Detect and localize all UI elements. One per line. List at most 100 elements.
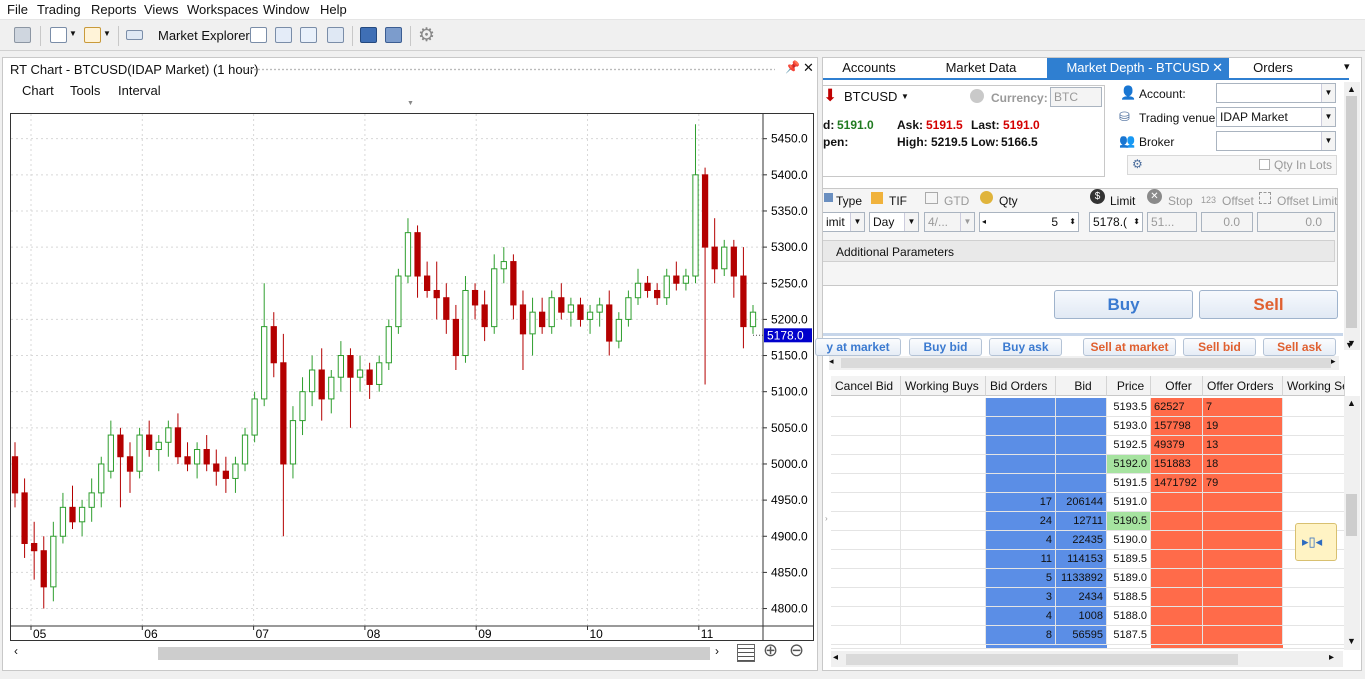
zoom-out-icon[interactable]: ⊖ [789, 640, 804, 661]
cancel-bid-cell[interactable] [831, 588, 901, 607]
offer-cell[interactable] [1151, 588, 1203, 607]
bid-cell[interactable] [1056, 398, 1107, 417]
layout-icon[interactable] [14, 27, 31, 43]
working-sells-cell[interactable] [1283, 455, 1345, 474]
working-buys-cell[interactable] [901, 626, 986, 645]
bid-orders-cell[interactable]: 5 [986, 569, 1056, 588]
price-cell[interactable]: 5189.0 [1107, 569, 1151, 588]
price-cell[interactable]: 5189.5 [1107, 550, 1151, 569]
working-buys-cell[interactable] [901, 474, 986, 493]
page-icon[interactable] [300, 27, 317, 43]
col-offer[interactable]: Offer [1151, 376, 1203, 396]
offer-cell[interactable] [1151, 493, 1203, 512]
offer-orders-cell[interactable]: 79 [1203, 474, 1283, 493]
cancel-bid-cell[interactable] [831, 493, 901, 512]
bid-cell[interactable]: 12711 [1056, 512, 1107, 531]
bid-cell[interactable]: 1008 [1056, 607, 1107, 626]
save-all-icon[interactable] [385, 27, 402, 43]
menu-workspaces[interactable]: Workspaces [187, 2, 258, 17]
cancel-bid-cell[interactable] [831, 398, 901, 417]
working-sells-cell[interactable] [1283, 436, 1345, 455]
cancel-bid-cell[interactable] [831, 455, 901, 474]
offer-orders-cell[interactable]: 18 [1203, 455, 1283, 474]
offer-orders-cell[interactable] [1203, 550, 1283, 569]
bid-orders-cell[interactable] [986, 398, 1056, 417]
zoom-in-icon[interactable]: ⊕ [763, 640, 778, 661]
price-cell[interactable]: 5188.5 [1107, 588, 1151, 607]
menu-reports[interactable]: Reports [91, 2, 137, 17]
chart-menu-interval[interactable]: Interval [118, 83, 161, 98]
offer-orders-cell[interactable] [1203, 569, 1283, 588]
bid-cell[interactable] [1056, 417, 1107, 436]
bid-orders-cell[interactable]: 24 [986, 512, 1056, 531]
cancel-bid-cell[interactable] [831, 417, 901, 436]
offer-cell[interactable]: 62527 [1151, 398, 1203, 417]
offer-cell[interactable] [1151, 550, 1203, 569]
calendar-icon[interactable] [737, 644, 755, 662]
cancel-bid-cell[interactable] [831, 607, 901, 626]
bid-orders-cell[interactable] [986, 455, 1056, 474]
bid-cell[interactable]: 56595 [1056, 626, 1107, 645]
panel-vertical-scrollbar[interactable]: ▲ ▼ [1344, 82, 1360, 350]
col-offer-orders[interactable]: Offer Orders [1203, 376, 1283, 396]
price-cell[interactable]: 5191.0 [1107, 493, 1151, 512]
bid-cell[interactable] [1056, 474, 1107, 493]
menu-help[interactable]: Help [320, 2, 347, 17]
price-cell[interactable]: 5193.0 [1107, 417, 1151, 436]
gear-icon[interactable]: ⚙ [418, 24, 435, 47]
chart-horizontal-scrollbar[interactable]: ‹ › [10, 642, 730, 664]
menu-file[interactable]: File [7, 2, 28, 17]
template-icon[interactable] [84, 27, 101, 43]
scroll-thumb[interactable] [1346, 494, 1357, 536]
offer-orders-cell[interactable] [1203, 493, 1283, 512]
price-cell[interactable]: 5190.5 [1107, 512, 1151, 531]
working-sells-cell[interactable] [1283, 588, 1345, 607]
bid-orders-cell[interactable] [986, 474, 1056, 493]
close-icon[interactable]: ✕ [803, 60, 814, 76]
bid-orders-cell[interactable]: 8 [986, 626, 1056, 645]
col-working-sells[interactable]: Working Sells [1283, 376, 1345, 396]
cancel-bid-cell[interactable] [831, 436, 901, 455]
chevron-down-icon[interactable]: ▼ [69, 29, 77, 38]
offer-orders-cell[interactable] [1203, 512, 1283, 531]
new-document-icon[interactable] [50, 27, 67, 43]
cancel-bid-cell[interactable] [831, 550, 901, 569]
col-price[interactable]: Price [1107, 376, 1151, 396]
working-buys-cell[interactable] [901, 493, 986, 512]
scroll-right-icon[interactable]: ▸ [1329, 652, 1334, 663]
save-icon[interactable] [360, 27, 377, 43]
working-buys-cell[interactable] [901, 607, 986, 626]
price-cell[interactable]: 5192.5 [1107, 436, 1151, 455]
price-cell[interactable]: 5193.5 [1107, 398, 1151, 417]
working-buys-cell[interactable] [901, 436, 986, 455]
offer-orders-cell[interactable] [1203, 607, 1283, 626]
working-buys-cell[interactable] [901, 588, 986, 607]
menu-views[interactable]: Views [144, 2, 178, 17]
side-expander-icon[interactable]: › [825, 514, 828, 523]
offer-cell[interactable] [1151, 512, 1203, 531]
working-buys-cell[interactable] [901, 569, 986, 588]
scroll-thumb[interactable] [846, 654, 1238, 665]
offer-orders-cell[interactable]: 13 [1203, 436, 1283, 455]
cancel-bid-cell[interactable] [831, 626, 901, 645]
chart-plot-area[interactable]: 05 06 07 08 09 10 11 4800.0 4850.0 4900.0 4950.0 50… [10, 113, 814, 641]
cancel-bid-cell[interactable] [831, 569, 901, 588]
working-buys-cell[interactable] [901, 417, 986, 436]
offer-cell[interactable]: 49379 [1151, 436, 1203, 455]
scroll-right-icon[interactable]: › [715, 644, 719, 658]
chevron-down-icon[interactable]: ▼ [103, 29, 111, 38]
bid-cell[interactable]: 22435 [1056, 531, 1107, 550]
working-buys-cell[interactable] [901, 550, 986, 569]
copy-icon[interactable] [250, 27, 267, 43]
scroll-up-icon[interactable]: ▲ [1347, 398, 1356, 408]
working-buys-cell[interactable] [901, 531, 986, 550]
working-sells-cell[interactable] [1283, 398, 1345, 417]
working-buys-cell[interactable] [901, 455, 986, 474]
offer-cell[interactable]: 151883 [1151, 455, 1203, 474]
working-sells-cell[interactable] [1283, 569, 1345, 588]
bid-orders-cell[interactable]: 11 [986, 550, 1056, 569]
scroll-down-icon[interactable]: ▼ [1345, 340, 1354, 350]
bid-cell[interactable]: 114153 [1056, 550, 1107, 569]
working-sells-cell[interactable] [1283, 607, 1345, 626]
offer-orders-cell[interactable] [1203, 588, 1283, 607]
